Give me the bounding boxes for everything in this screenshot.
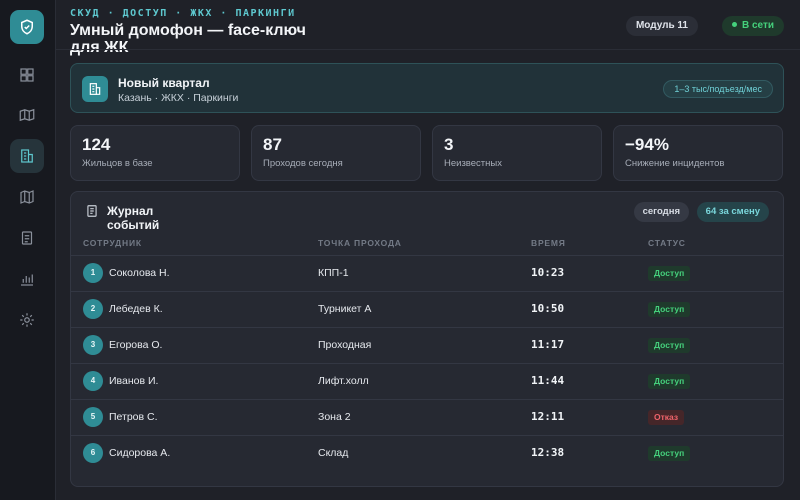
- sidebar-item-map-fold[interactable]: [10, 180, 44, 214]
- event-time: 11:17: [531, 338, 565, 351]
- status-badge: Отказ: [648, 410, 685, 425]
- row-number-avatar: 6: [83, 443, 103, 463]
- status-dot-icon: [731, 21, 737, 27]
- event-time: 12:38: [531, 446, 565, 459]
- row-number-avatar: 3: [83, 335, 103, 355]
- stat-label: Жильцов в базе: [82, 158, 153, 169]
- sidebar-item-building[interactable]: [10, 139, 44, 173]
- employee-name: Соколова Н.: [109, 267, 170, 279]
- project-card[interactable]: Новый квартал Казань · ЖКХ · Паркинги 1–…: [70, 63, 784, 113]
- column-header-status[interactable]: СТАТУС: [648, 238, 686, 248]
- table-row[interactable]: 4 Иванов И. Лифт.холл 11:44 Доступ: [71, 364, 783, 400]
- employee-name: Петров С.: [109, 411, 158, 423]
- map-fold-icon: [20, 190, 34, 204]
- online-status-badge: В сети: [721, 16, 784, 36]
- stat-label: Проходов сегодня: [263, 158, 343, 169]
- chart-icon: [21, 274, 33, 286]
- stat-card-incidents: −94% Снижение инцидентов: [613, 125, 783, 181]
- status-badge: Доступ: [648, 446, 691, 461]
- sidebar: [0, 0, 56, 500]
- map-icon: [19, 108, 35, 122]
- stat-value: 124: [82, 135, 111, 154]
- module-badge[interactable]: Модуль 11: [625, 16, 698, 36]
- column-header-point[interactable]: ТОЧКА ПРОХОДА: [318, 238, 402, 248]
- stat-card-passes: 87 Проходов сегодня: [251, 125, 421, 181]
- table-row[interactable]: 1 Соколова Н. КПП-1 10:23 Доступ: [71, 256, 783, 292]
- table-row[interactable]: 5 Петров С. Зона 2 12:11 Отказ: [71, 400, 783, 436]
- column-header-employee[interactable]: СОТРУДНИК: [83, 238, 142, 248]
- document-icon: [87, 205, 97, 217]
- stat-value: −94%: [625, 135, 669, 154]
- sidebar-item-dashboard[interactable]: [10, 58, 44, 92]
- table-row[interactable]: 3 Егорова О. Проходная 11:17 Доступ: [71, 328, 783, 364]
- shift-count-badge[interactable]: 64 за смену: [696, 202, 769, 222]
- project-name: Новый квартал: [118, 76, 210, 90]
- event-journal: Журнал событий сегодня 64 за смену СОТРУ…: [70, 191, 784, 487]
- stat-value: 3: [444, 135, 454, 154]
- access-point: Зона 2: [318, 411, 351, 423]
- dashboard-icon: [20, 68, 34, 82]
- employee-name: Лебедев К.: [109, 303, 163, 315]
- stat-card-unknown: 3 Неизвестных: [432, 125, 602, 181]
- row-number-avatar: 5: [83, 407, 103, 427]
- sidebar-item-settings[interactable]: [10, 303, 44, 337]
- access-point: Проходная: [318, 339, 372, 351]
- price-badge: 1–3 тыс/подъезд/мес: [663, 80, 773, 98]
- project-meta: Казань · ЖКХ · Паркинги: [118, 92, 239, 104]
- row-number-avatar: 4: [83, 371, 103, 391]
- online-status-label: В сети: [741, 20, 774, 31]
- gear-icon: [20, 313, 34, 327]
- status-badge: Доступ: [648, 374, 691, 389]
- access-point: Склад: [318, 447, 349, 459]
- event-time: 11:44: [531, 374, 565, 387]
- table-row[interactable]: 6 Сидорова А. Склад 12:38 Доступ: [71, 436, 783, 472]
- journal-title: Журнал событий: [107, 204, 160, 232]
- access-point: Лифт.холл: [318, 375, 369, 387]
- access-point: Турникет А: [318, 303, 372, 315]
- event-time: 10:50: [531, 302, 565, 315]
- document-icon: [21, 231, 33, 245]
- sidebar-item-documents[interactable]: [10, 221, 44, 255]
- sidebar-item-map[interactable]: [10, 98, 44, 132]
- status-badge: Доступ: [648, 302, 691, 317]
- event-time: 10:23: [531, 266, 565, 279]
- employee-name: Иванов И.: [109, 375, 159, 387]
- status-badge: Доступ: [648, 266, 691, 281]
- stat-label: Неизвестных: [444, 158, 502, 169]
- column-header-time[interactable]: ВРЕМЯ: [531, 238, 566, 248]
- row-number-avatar: 1: [83, 263, 103, 283]
- employee-name: Егорова О.: [109, 339, 163, 351]
- event-time: 12:11: [531, 410, 565, 423]
- stat-label: Снижение инцидентов: [625, 158, 725, 169]
- employee-name: Сидорова А.: [109, 447, 171, 459]
- page-title: Умный домофон — face-ключ для ЖК: [70, 22, 306, 56]
- filter-today-button[interactable]: сегодня: [633, 202, 689, 222]
- table-row[interactable]: 2 Лебедев К. Турникет А 10:50 Доступ: [71, 292, 783, 328]
- building-icon: [82, 76, 108, 102]
- shield-logo-icon[interactable]: [10, 10, 44, 44]
- sidebar-item-analytics[interactable]: [10, 262, 44, 296]
- stat-card-residents: 124 Жильцов в базе: [70, 125, 240, 181]
- row-number-avatar: 2: [83, 299, 103, 319]
- access-point: КПП-1: [318, 267, 349, 279]
- stat-value: 87: [263, 135, 282, 154]
- building-icon: [21, 149, 33, 163]
- header-divider: [56, 49, 800, 50]
- status-badge: Доступ: [648, 338, 691, 353]
